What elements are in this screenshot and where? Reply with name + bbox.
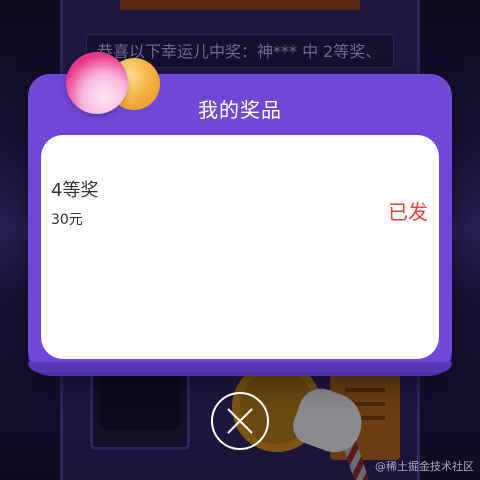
pink-balloon-icon	[66, 52, 128, 114]
machine-top	[120, 0, 360, 10]
machine-window-inner	[100, 370, 180, 430]
panel-line	[345, 388, 385, 392]
watermark: @稀土掘金技术社区	[375, 460, 474, 473]
prize-name: 4等奖	[51, 180, 99, 201]
prize-list-card	[41, 135, 439, 359]
close-icon	[227, 408, 253, 434]
prize-value: 30元	[51, 212, 83, 228]
prize-status-badge: 已发	[388, 200, 428, 224]
close-button[interactable]	[211, 392, 269, 450]
